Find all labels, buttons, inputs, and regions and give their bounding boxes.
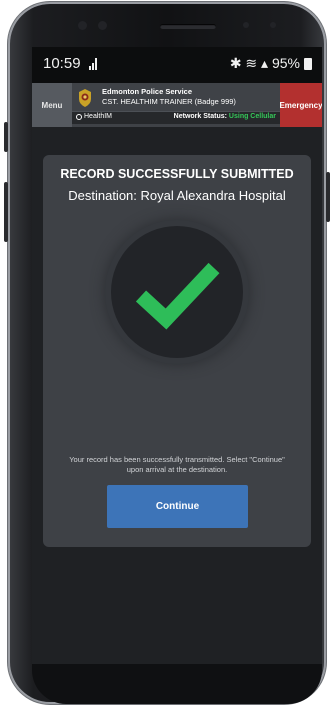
system-indicators: ✱ ≋ ▴ 95% — [230, 55, 312, 72]
status-time: 10:59 — [43, 55, 81, 72]
destination-text: Destination: Royal Alexandra Hospital — [68, 188, 286, 203]
checkmark-icon — [135, 262, 220, 330]
earpiece-speaker — [160, 24, 216, 29]
confirmation-title: RECORD SUCCESSFULLY SUBMITTED — [60, 167, 294, 181]
success-indicator — [111, 226, 243, 358]
network-status: Network Status: Using Cellular — [174, 113, 276, 120]
app-subbar: HealthIM Network Status: Using Cellular — [72, 111, 280, 124]
phone-screen: 10:59 ✱ ≋ ▴ 95% Menu Edmonton Police Ser… — [32, 47, 322, 664]
healthim-logo-text: HealthIM — [84, 113, 113, 120]
menu-button[interactable]: Menu — [32, 83, 72, 127]
healthim-logo: HealthIM — [76, 113, 112, 120]
network-status-value: Using Cellular — [228, 113, 276, 120]
battery-icon — [304, 57, 312, 70]
network-status-label: Network Status: — [173, 113, 227, 120]
volume-button — [4, 182, 8, 242]
confirmation-card: RECORD SUCCESSFULLY SUBMITTED Destinatio… — [43, 155, 311, 547]
notification-signal-icon — [89, 58, 97, 70]
police-badge-icon — [79, 89, 91, 107]
app-header: Menu Edmonton Police Service CST. HEALTH… — [32, 83, 322, 127]
emergency-button[interactable]: Emergency — [279, 83, 322, 127]
confirmation-message: Your record has been successfully transm… — [69, 455, 285, 474]
officer-name: CST. HEALTHIM TRAINER (Badge 999) — [102, 97, 236, 106]
healthim-logo-icon — [76, 113, 82, 120]
power-button — [4, 122, 8, 152]
status-bar: 10:59 ✱ ≋ ▴ 95% — [32, 47, 322, 83]
agency-name: Edmonton Police Service — [102, 87, 193, 96]
continue-button[interactable]: Continue — [107, 485, 248, 528]
phone-bottom-bezel — [32, 664, 322, 704]
side-key — [326, 172, 330, 222]
system-indicators-text: ✱ ≋ ▴ 95% — [229, 55, 300, 71]
